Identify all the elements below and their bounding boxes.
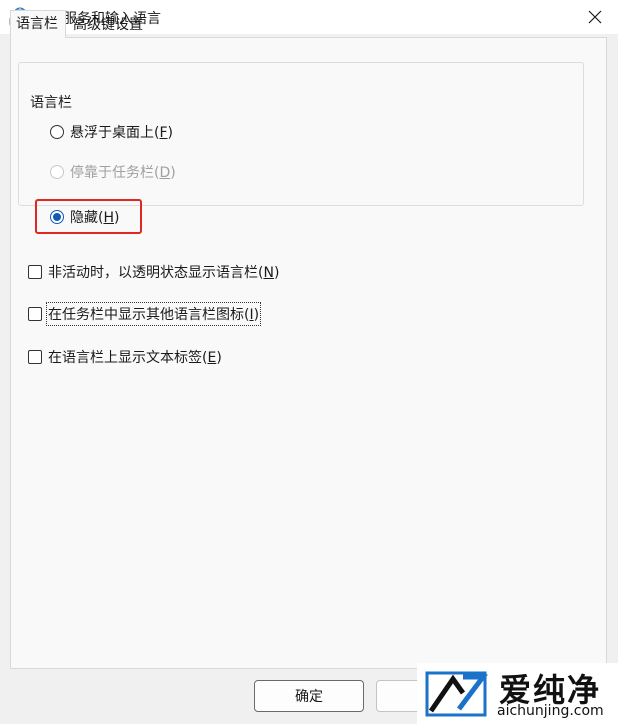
- checkbox-label: 非活动时，以透明状态显示语言栏(N): [48, 265, 280, 281]
- ok-button[interactable]: 确定: [254, 680, 364, 712]
- option-label: 悬浮于桌面上(F): [70, 125, 173, 141]
- checkbox-show-text-labels[interactable]: 在语言栏上显示文本标签(E): [28, 347, 222, 367]
- checkbox-transparent-inactive[interactable]: 非活动时，以透明状态显示语言栏(N): [28, 262, 279, 282]
- radio-dock-taskbar[interactable]: 停靠于任务栏(D): [50, 162, 176, 182]
- checkbox-show-other-icons[interactable]: 在任务栏中显示其他语言栏图标(I): [28, 302, 262, 326]
- close-button[interactable]: [572, 0, 618, 34]
- checkbox[interactable]: [28, 265, 42, 279]
- checkbox[interactable]: [28, 307, 42, 321]
- watermark: 爱纯净 aichunjing.com: [417, 663, 618, 724]
- highlight-box: [35, 199, 142, 234]
- radio-button[interactable]: [50, 165, 64, 179]
- watermark-url: aichunjing.com: [497, 703, 604, 719]
- radio-float-desktop[interactable]: 悬浮于桌面上(F): [50, 122, 173, 142]
- checkbox-label: 在任务栏中显示其他语言栏图标(I): [45, 302, 262, 326]
- tab-language-bar[interactable]: 语言栏: [10, 10, 66, 38]
- option-label: 停靠于任务栏(D): [70, 165, 176, 181]
- radio-button[interactable]: [50, 125, 64, 139]
- checkbox[interactable]: [28, 350, 42, 364]
- group-legend: 语言栏: [26, 92, 76, 112]
- tab-advanced-key-settings[interactable]: 高级键设置: [70, 13, 146, 37]
- watermark-logo-icon: [425, 671, 488, 717]
- checkbox-label: 在语言栏上显示文本标签(E): [48, 350, 222, 366]
- close-icon: [588, 10, 602, 24]
